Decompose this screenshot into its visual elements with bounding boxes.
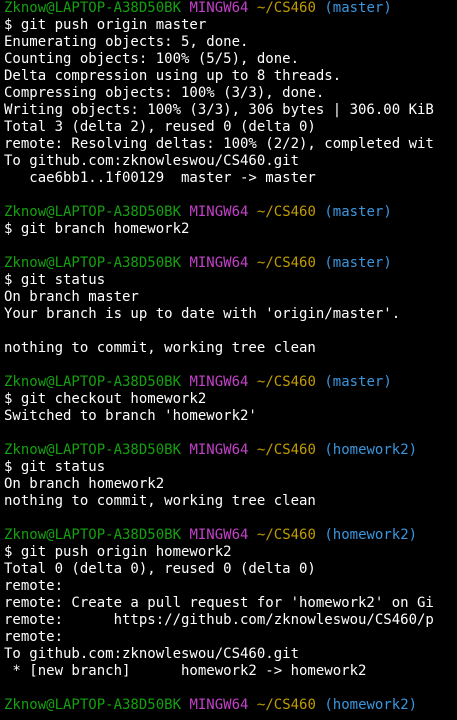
prompt-env: MINGW64: [189, 374, 249, 390]
prompt-path: ~/CS460: [256, 442, 316, 458]
prompt-path: ~/CS460: [256, 0, 316, 16]
prompt-line: Zknow@LAPTOP-A38D50BK MINGW64 ~/CS460 (h…: [4, 527, 457, 544]
command-line[interactable]: $ git branch homework2: [4, 221, 457, 238]
prompt-env: MINGW64: [189, 255, 249, 271]
prompt-line: Zknow@LAPTOP-A38D50BK MINGW64 ~/CS460 (m…: [4, 374, 457, 391]
prompt-path: ~/CS460: [256, 697, 316, 713]
prompt-path: ~/CS460: [256, 204, 316, 220]
output-line: To github.com:zknowleswou/CS460.git: [4, 646, 300, 662]
prompt-branch: (homework2): [324, 527, 418, 543]
prompt-env: MINGW64: [189, 442, 249, 458]
prompt-user-host: Zknow@LAPTOP-A38D50BK: [4, 442, 182, 458]
output-line: Compressing objects: 100% (3/3), done.: [4, 85, 325, 101]
prompt-path: ~/CS460: [256, 527, 316, 543]
prompt-user-host: Zknow@LAPTOP-A38D50BK: [4, 527, 182, 543]
prompt-env: MINGW64: [189, 697, 249, 713]
prompt-branch: (master): [324, 0, 392, 16]
output-line: remote: Resolving deltas: 100% (2/2), co…: [4, 136, 434, 152]
prompt-env: MINGW64: [189, 527, 249, 543]
prompt-user-host: Zknow@LAPTOP-A38D50BK: [4, 697, 182, 713]
output-line: Counting objects: 100% (5/5), done.: [4, 51, 300, 67]
output-line: Enumerating objects: 5, done.: [4, 34, 249, 50]
output-line: nothing to commit, working tree clean: [4, 493, 316, 509]
output-line: Delta compression using up to 8 threads.: [4, 68, 342, 84]
prompt-branch: (master): [324, 204, 392, 220]
prompt-user-host: Zknow@LAPTOP-A38D50BK: [4, 0, 182, 16]
output-line: Total 0 (delta 0), reused 0 (delta 0): [4, 561, 316, 577]
command-line[interactable]: $ git push origin homework2: [4, 544, 457, 561]
prompt-line: Zknow@LAPTOP-A38D50BK MINGW64 ~/CS460 (m…: [4, 255, 457, 272]
output-line: Switched to branch 'homework2': [4, 408, 257, 424]
output-line: nothing to commit, working tree clean: [4, 340, 316, 356]
output-line: * [new branch] homework2 -> homework2: [4, 663, 367, 679]
prompt-branch: (homework2): [324, 697, 418, 713]
prompt-line: Zknow@LAPTOP-A38D50BK MINGW64 ~/CS460 (h…: [4, 697, 457, 714]
command-line[interactable]: $ git status: [4, 272, 457, 289]
prompt-branch: (homework2): [324, 442, 418, 458]
prompt-line: Zknow@LAPTOP-A38D50BK MINGW64 ~/CS460 (m…: [4, 0, 457, 17]
prompt-branch: (master): [324, 255, 392, 271]
prompt-path: ~/CS460: [256, 255, 316, 271]
output-line: remote: Create a pull request for 'homew…: [4, 595, 434, 611]
output-line: Your branch is up to date with 'origin/m…: [4, 306, 401, 322]
output-line: remote: https://github.com/zknowleswou/C…: [4, 612, 434, 628]
prompt-user-host: Zknow@LAPTOP-A38D50BK: [4, 204, 182, 220]
output-line: cae6bb1..1f00129 master -> master: [4, 170, 316, 186]
command-line[interactable]: $ git checkout homework2: [4, 391, 457, 408]
prompt-env: MINGW64: [189, 204, 249, 220]
output-line: To github.com:zknowleswou/CS460.git: [4, 153, 300, 169]
prompt-line: Zknow@LAPTOP-A38D50BK MINGW64 ~/CS460 (h…: [4, 442, 457, 459]
output-line: remote:: [4, 629, 64, 645]
terminal-window[interactable]: Zknow@LAPTOP-A38D50BK MINGW64 ~/CS460 (m…: [0, 0, 457, 720]
prompt-path: ~/CS460: [256, 374, 316, 390]
output-line: On branch master: [4, 289, 139, 305]
output-line: Writing objects: 100% (3/3), 306 bytes |…: [4, 102, 434, 118]
output-line: remote:: [4, 578, 64, 594]
command-line[interactable]: $ git status: [4, 459, 457, 476]
prompt-env: MINGW64: [189, 0, 249, 16]
prompt-line: Zknow@LAPTOP-A38D50BK MINGW64 ~/CS460 (m…: [4, 204, 457, 221]
command-line[interactable]: $ git push origin master: [4, 17, 457, 34]
prompt-user-host: Zknow@LAPTOP-A38D50BK: [4, 255, 182, 271]
prompt-user-host: Zknow@LAPTOP-A38D50BK: [4, 374, 182, 390]
prompt-branch: (master): [324, 374, 392, 390]
output-line: On branch homework2: [4, 476, 165, 492]
output-line: Total 3 (delta 2), reused 0 (delta 0): [4, 119, 316, 135]
